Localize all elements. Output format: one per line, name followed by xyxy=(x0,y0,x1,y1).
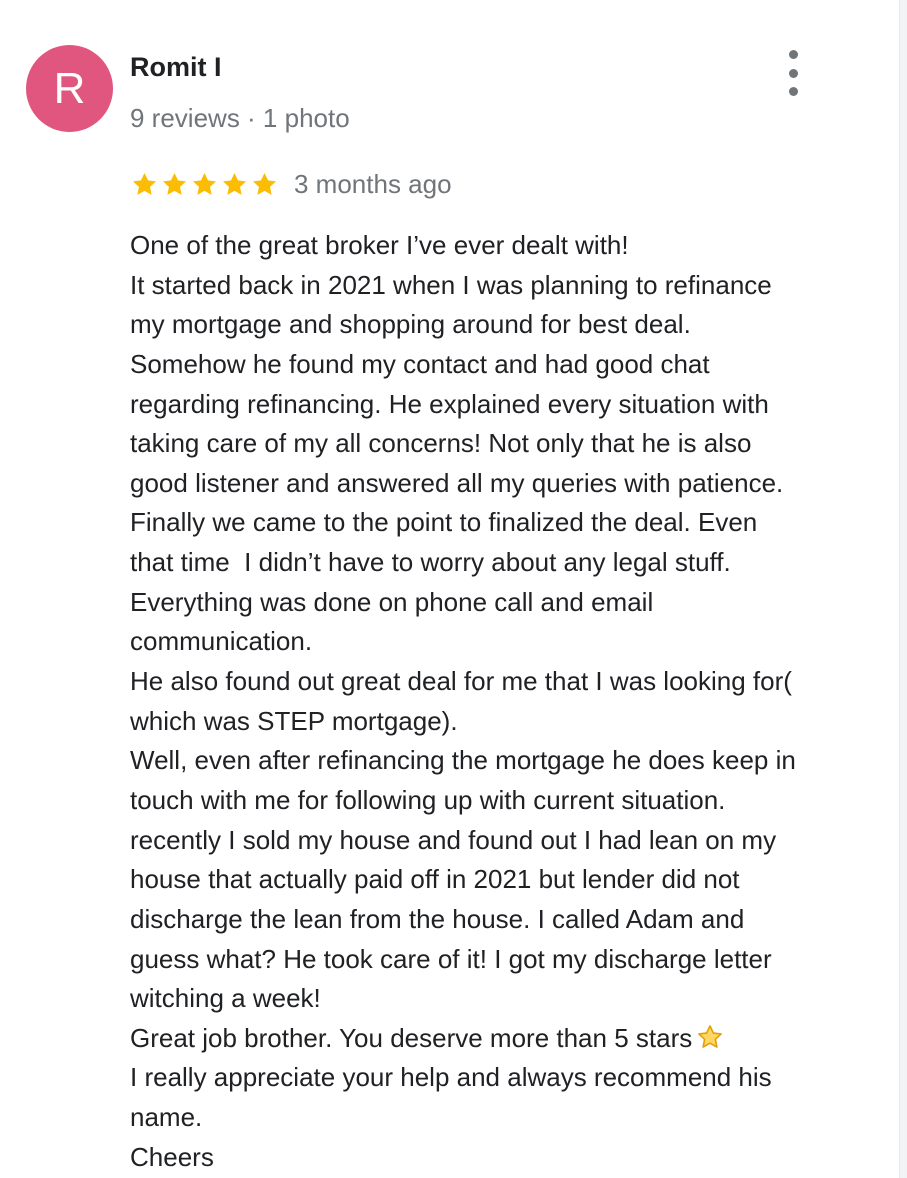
review-text-line: that time I didn’t have to worry about a… xyxy=(130,543,890,583)
review-text-line: touch with me for following up with curr… xyxy=(130,781,890,821)
review-text-span: Cheers xyxy=(130,1141,214,1172)
review-text-line: Somehow he found my contact and had good… xyxy=(130,345,890,385)
review-text-line: guess what? He took care of it! I got my… xyxy=(130,940,890,980)
star-rating xyxy=(130,170,280,199)
review-text-line: Cheers xyxy=(130,1138,890,1178)
review-text-span: regarding refinancing. He explained ever… xyxy=(130,388,769,419)
review-text-line: taking care of my all concerns! Not only… xyxy=(130,424,890,464)
review-date: 3 months ago xyxy=(294,169,452,199)
review-text-line: regarding refinancing. He explained ever… xyxy=(130,385,890,425)
review-text-line: which was STEP mortgage). xyxy=(130,702,890,742)
review-text-span: touch with me for following up with curr… xyxy=(130,784,726,815)
review-text-span: which was STEP mortgage). xyxy=(130,705,458,736)
author-meta: 9 reviews · 1 photo xyxy=(130,103,350,133)
review-text-line: name. xyxy=(130,1098,890,1138)
star-emoji-icon xyxy=(698,1024,723,1048)
review-text-span: Finally we came to the point to finalize… xyxy=(130,507,758,538)
review-text-span: One of the great broker I’ve ever dealt … xyxy=(130,230,629,260)
review-text-line: Great job brother. You deserve more than… xyxy=(130,1019,890,1059)
review-text-span: witching a week! xyxy=(130,983,321,1014)
review-text-span: guess what? He took care of it! I got my… xyxy=(130,943,772,974)
review-text-span: Well, even after refinancing the mortgag… xyxy=(130,745,796,776)
review-text-span: Great job brother. You deserve more than… xyxy=(130,1022,693,1053)
review-text-span: house that actually paid off in 2021 but… xyxy=(130,864,740,895)
review-text-span: good listener and answered all my querie… xyxy=(130,467,784,498)
avatar[interactable]: R xyxy=(26,45,113,132)
review-text-span: It started back in 2021 when I was plann… xyxy=(130,269,772,300)
more-vert-icon-dot xyxy=(788,68,798,78)
review-text-span: taking care of my all concerns! Not only… xyxy=(130,428,752,459)
review-text-line: I really appreciate your help and always… xyxy=(130,1058,890,1098)
review-text-line: Well, even after refinancing the mortgag… xyxy=(130,741,890,781)
review-text-line: Finally we came to the point to finalize… xyxy=(130,503,890,543)
more-options-button[interactable] xyxy=(776,50,810,96)
review-text-line: good listener and answered all my querie… xyxy=(130,464,890,504)
review-text-span: discharge the lean from the house. I cal… xyxy=(130,903,745,934)
review-text-span: communication. xyxy=(130,626,313,657)
review-text-span: recently I sold my house and found out I… xyxy=(130,824,777,855)
review-text-line: He also found out great deal for me that… xyxy=(130,662,890,702)
star-icon xyxy=(193,172,216,195)
review-text-line: discharge the lean from the house. I cal… xyxy=(130,900,890,940)
review-text-line: recently I sold my house and found out I… xyxy=(130,821,890,861)
star-icon xyxy=(163,172,186,195)
review-text-line: communication. xyxy=(130,622,890,662)
more-vert-icon-dot xyxy=(788,87,798,96)
review-text-line: One of the great broker I’ve ever dealt … xyxy=(130,226,890,266)
review-text-line: my mortgage and shopping around for best… xyxy=(130,305,890,345)
review-text-span: name. xyxy=(130,1102,203,1133)
rating-row: 3 months ago xyxy=(130,164,452,204)
review-text-line: witching a week! xyxy=(130,979,890,1019)
review-text-span: I really appreciate your help and always… xyxy=(130,1062,772,1093)
star-icon xyxy=(223,172,246,195)
review-text-span: Somehow he found my contact and had good… xyxy=(130,348,710,379)
review-text-span: He also found out great deal for me that… xyxy=(130,666,792,697)
review-text-line: house that actually paid off in 2021 but… xyxy=(130,860,890,900)
page-scrollbar-edge xyxy=(899,0,907,1178)
star-icon xyxy=(253,172,276,195)
author-name[interactable]: Romit I xyxy=(130,50,222,84)
review-text-span: my mortgage and shopping around for best… xyxy=(130,309,691,340)
review-text: One of the great broker I’ve ever dealt … xyxy=(130,226,890,1177)
review-text-span: that time I didn’t have to worry about a… xyxy=(130,547,731,578)
review-text-span: Everything was done on phone call and em… xyxy=(130,586,654,617)
review-text-line: Everything was done on phone call and em… xyxy=(130,583,890,623)
review-text-line: It started back in 2021 when I was plann… xyxy=(130,266,890,306)
star-icon xyxy=(133,172,156,195)
more-vert-icon xyxy=(788,50,798,59)
avatar-letter: R xyxy=(53,63,86,113)
